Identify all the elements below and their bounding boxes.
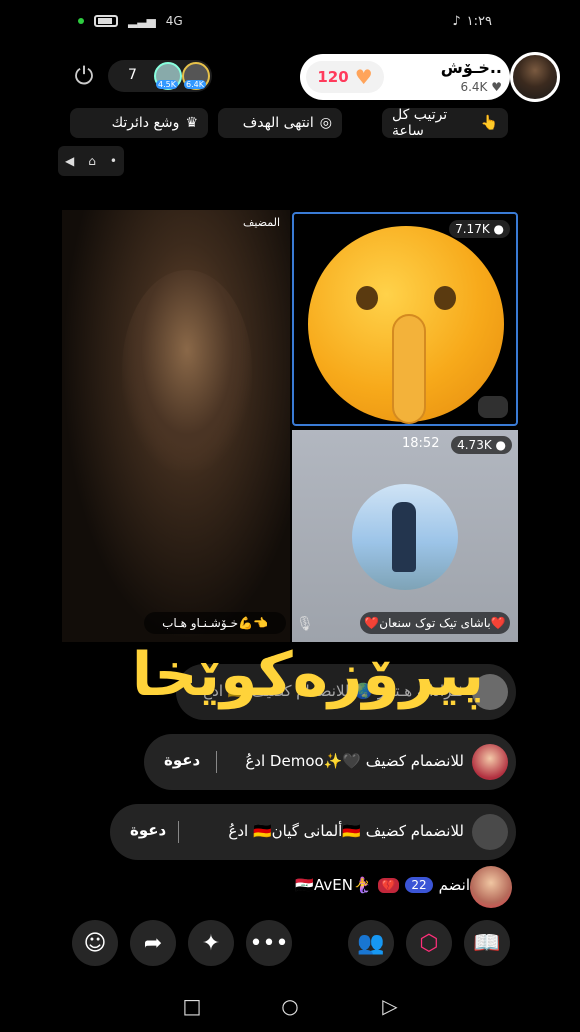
- likes-counter[interactable]: 120 ♥: [306, 61, 384, 93]
- host-label: المضيف: [242, 216, 280, 229]
- host-followers: 6.4K ♥: [460, 80, 502, 94]
- home-nav-icon[interactable]: ○: [278, 994, 302, 1018]
- chat-invite-row[interactable]: دعوة ادعُ Demoo✨🖤 للانضمام كضيف: [144, 734, 516, 790]
- guest-user-tile[interactable]: 18:52 4.73K ● 🎙 ❤️باشای تیک توک سنعان❤️: [292, 430, 518, 642]
- ranking-label: ترتيب كل ساعة: [392, 107, 448, 139]
- likes-count: 120: [317, 68, 349, 86]
- host-portrait: [122, 270, 252, 470]
- tile-control-button[interactable]: [478, 396, 508, 418]
- chat-text: ادعُ 🇩🇪ألمانی گیان🇩🇪 للانضمام كضيف: [228, 822, 464, 840]
- dot-icon: •: [109, 154, 117, 168]
- divider: [216, 751, 217, 773]
- level-badge: 22: [405, 877, 433, 893]
- host-name: خـۆش..: [440, 58, 502, 77]
- heart-icon: ♥: [354, 65, 373, 89]
- host-info-pill[interactable]: 120 ♥ خـۆش.. 6.4K ♥: [300, 54, 510, 100]
- invite-button[interactable]: دعوة: [164, 751, 200, 769]
- arrow-left-icon[interactable]: ◀: [65, 154, 74, 168]
- status-right: ♪ ١:٢٩: [452, 14, 492, 29]
- guest-avatar[interactable]: [352, 484, 458, 590]
- tile-timer: 18:52: [402, 436, 440, 451]
- close-live-button[interactable]: ⏻: [70, 62, 98, 90]
- overlay-caption: پیرۆزەکوێخا: [131, 640, 485, 710]
- eye: [434, 286, 456, 310]
- crown-icon: ♛: [185, 115, 198, 131]
- battery-icon: [94, 15, 118, 27]
- guests-icon[interactable]: 👥: [348, 920, 394, 966]
- guest-score: 7.17K ●: [449, 220, 510, 238]
- comment-icon[interactable]: ☺: [72, 920, 118, 966]
- viewers-pill[interactable]: 7 4.5K 6.4K: [108, 60, 212, 92]
- chat-avatar[interactable]: [472, 744, 508, 780]
- chat-avatar[interactable]: [472, 814, 508, 850]
- share-icon[interactable]: ➦: [130, 920, 176, 966]
- box-icon[interactable]: ⬡: [406, 920, 452, 966]
- hourly-ranking-chip[interactable]: ترتيب كل ساعة 👆: [382, 107, 508, 139]
- gift-badge: 💔: [377, 877, 400, 893]
- status-left: ▂▃▅ 4G: [78, 14, 183, 28]
- shushing-face-icon: [308, 226, 504, 424]
- back-nav-icon[interactable]: ▷: [378, 994, 402, 1018]
- guest-emoji-tile[interactable]: 7.17K ●: [292, 212, 518, 426]
- join-action: انضم: [438, 876, 470, 894]
- guest-score: 4.73K ●: [451, 436, 512, 454]
- host-avatar[interactable]: [510, 52, 560, 102]
- goal-label: انتهى الهدف: [242, 115, 314, 131]
- target-icon: ◎: [319, 115, 332, 131]
- chat-text: ادعُ Demoo✨🖤 للانضمام كضيف: [245, 752, 464, 770]
- status-time: ١:٢٩: [466, 14, 492, 29]
- mode-chip[interactable]: وشع دائرتك ♛: [70, 108, 208, 138]
- mini-tools[interactable]: ◀ ⌂ •: [58, 146, 124, 176]
- recents-nav-icon[interactable]: □: [180, 994, 204, 1018]
- signal-icon: ▂▃▅: [128, 14, 156, 28]
- fire-icon: 👆: [480, 115, 498, 131]
- chat-invite-row[interactable]: دعوة ادعُ 🇩🇪ألمانی گیان🇩🇪 للانضمام كضيف: [110, 804, 516, 860]
- more-icon[interactable]: •••: [246, 920, 292, 966]
- goal-chip[interactable]: انتهى الهدف ◎: [218, 108, 342, 138]
- join-avatar[interactable]: [470, 866, 512, 908]
- magic-wand-icon[interactable]: ✦: [188, 920, 234, 966]
- invite-button[interactable]: دعوة: [130, 821, 166, 839]
- viewer-count: 7: [128, 67, 137, 83]
- eye: [356, 286, 378, 310]
- viewer-badge: 6.4K: [184, 80, 206, 89]
- tiktok-icon: ♪: [452, 14, 461, 29]
- divider: [178, 821, 179, 843]
- network-type: 4G: [165, 14, 183, 28]
- person-figure: [392, 502, 416, 572]
- mode-label: وشع دائرتك: [111, 115, 180, 131]
- notification-dot: [78, 18, 84, 24]
- home-icon[interactable]: ⌂: [88, 154, 96, 168]
- join-user: 🇮🇶AvEN🧜‍♀️: [295, 876, 372, 894]
- finger: [392, 314, 426, 424]
- viewer-badge: 4.5K: [156, 80, 178, 89]
- join-notice: 🇮🇶AvEN🧜‍♀️ 💔 22 انضم: [295, 876, 470, 894]
- status-bar: ▂▃▅ 4G ♪ ١:٢٩: [0, 14, 580, 38]
- host-video-tile[interactable]: المضيف خـۆشـنـاو هـاب💪👈: [62, 210, 290, 642]
- book-icon[interactable]: 📖: [464, 920, 510, 966]
